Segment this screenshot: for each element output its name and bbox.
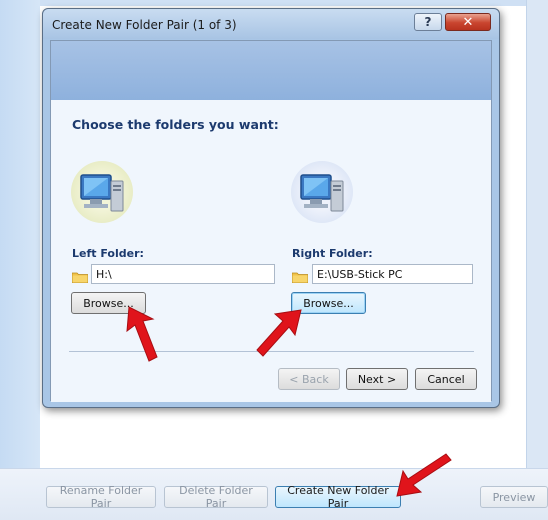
computer-icon (291, 161, 353, 223)
next-button[interactable]: Next > (346, 368, 408, 390)
rename-folder-pair-button[interactable]: Rename Folder Pair (46, 484, 156, 510)
right-folder-path-input[interactable] (312, 264, 473, 284)
dialog-titlebar[interactable]: Create New Folder Pair (1 of 3) ? ✕ (43, 9, 499, 39)
close-icon: ✕ (462, 14, 474, 30)
header-band (51, 41, 491, 100)
app-background-left (0, 0, 40, 470)
left-folder-path-input[interactable] (91, 264, 275, 284)
back-button[interactable]: < Back (278, 368, 340, 390)
red-arrow-icon (256, 309, 302, 357)
app-background-right (526, 0, 548, 470)
help-button[interactable]: ? (414, 13, 442, 31)
computer-icon (71, 161, 133, 223)
close-button[interactable]: ✕ (445, 13, 491, 31)
app-background-top (40, 0, 548, 6)
delete-folder-pair-button[interactable]: Delete Folder Pair (164, 484, 268, 510)
cancel-button[interactable]: Cancel (415, 368, 477, 390)
folder-icon (291, 268, 309, 284)
create-new-folder-pair-button[interactable]: Create New Folder Pair (275, 484, 401, 510)
preview-button[interactable]: Preview (480, 486, 548, 508)
folder-icon (71, 268, 89, 284)
page-heading: Choose the folders you want: (72, 117, 279, 132)
right-folder-label: Right Folder: (292, 247, 373, 260)
left-folder-label: Left Folder: (72, 247, 144, 260)
red-arrow-icon (396, 453, 452, 497)
dialog-title: Create New Folder Pair (1 of 3) (52, 18, 237, 32)
red-arrow-icon (126, 306, 158, 362)
